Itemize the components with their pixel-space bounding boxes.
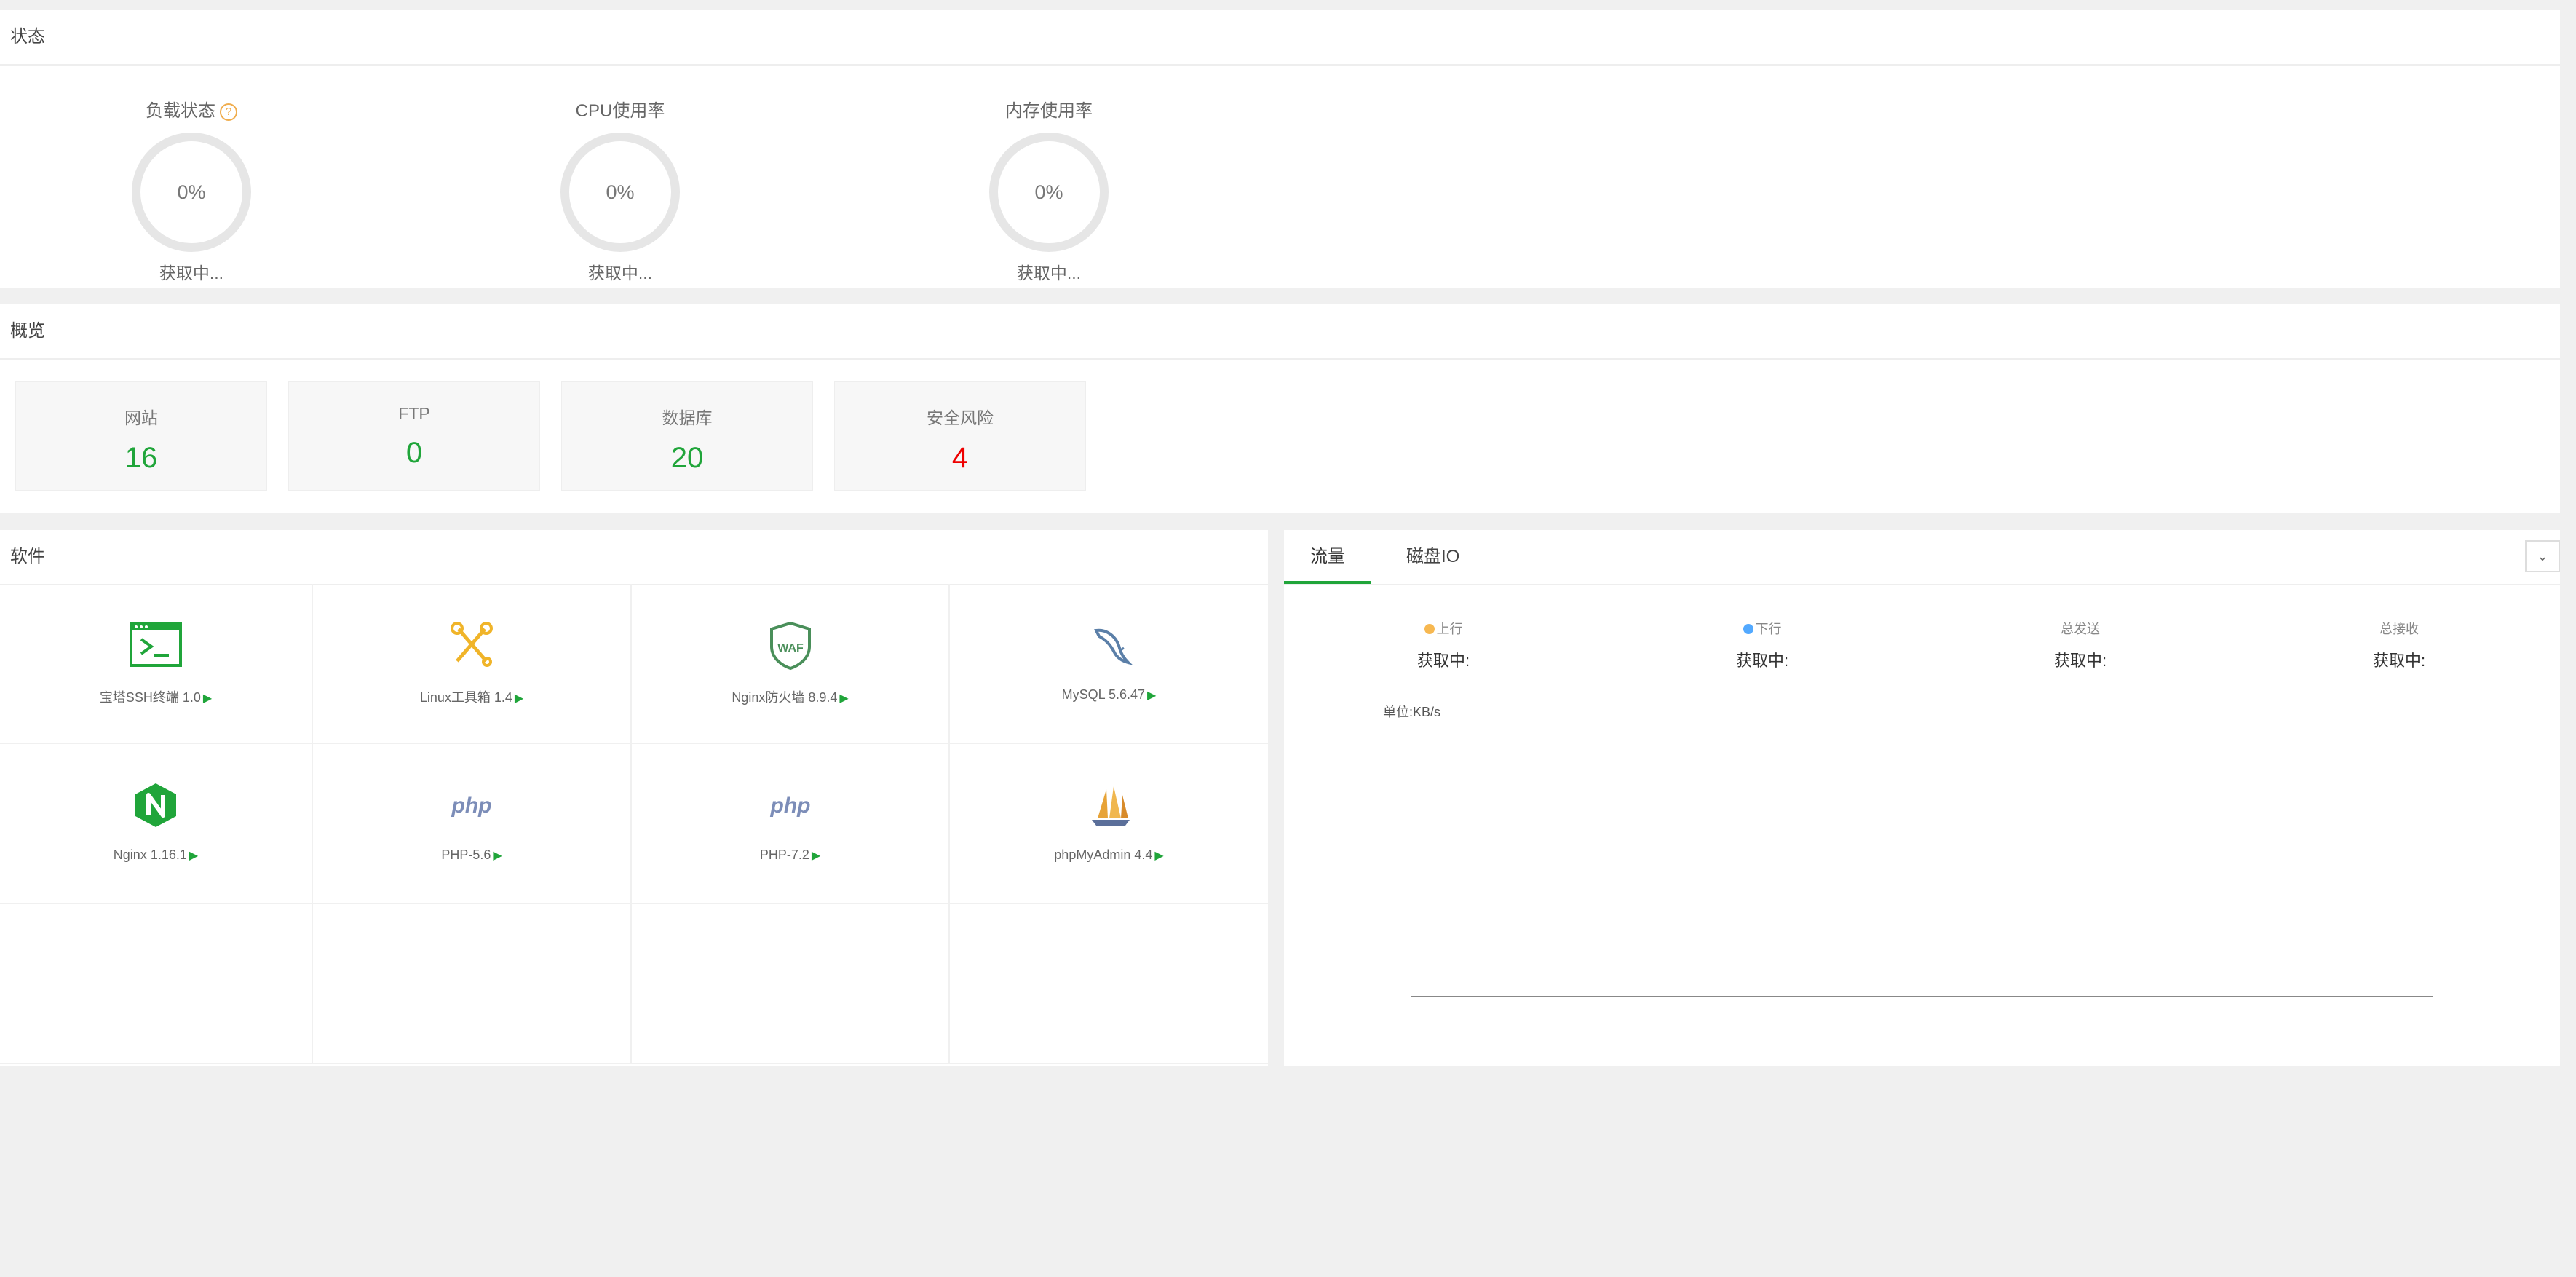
stat-total-sent-value: 获取中:: [2053, 652, 2107, 670]
stat-download-label: 下行: [1755, 622, 1782, 636]
load-gauge: 负载状态? 0% 获取中...: [104, 99, 279, 284]
software-item-linux-toolbox[interactable]: Linux工具箱 1.4 ▶: [313, 584, 632, 744]
overview-card-website[interactable]: 网站 16: [15, 381, 267, 491]
cpu-gauge-status: 获取中...: [587, 264, 653, 282]
overview-card-label: 数据库: [662, 408, 713, 427]
overview-card-security-risk[interactable]: 安全风险 4: [834, 381, 1086, 491]
status-title: 状态: [0, 10, 2560, 66]
overview-card-value: 0: [405, 437, 423, 469]
overview-card-label: 网站: [124, 408, 158, 427]
waf-shield-icon: WAF: [769, 621, 811, 671]
phpmyadmin-icon: [1091, 786, 1130, 826]
stat-upload-label: 上行: [1436, 622, 1463, 636]
play-icon[interactable]: ▶: [515, 692, 523, 705]
overview-card-label: FTP: [398, 404, 430, 423]
php-icon: php: [769, 794, 810, 818]
software-item-php72[interactable]: php PHP-7.2 ▶: [632, 744, 950, 904]
overview-card-database[interactable]: 数据库 20: [561, 381, 813, 491]
software-item-label: Linux工具箱 1.4: [419, 690, 512, 705]
play-icon[interactable]: ▶: [812, 850, 820, 862]
download-dot-icon: [1743, 624, 1753, 634]
overview-card-value: 4: [951, 442, 969, 474]
play-icon[interactable]: ▶: [839, 692, 848, 705]
software-item-label: 宝塔SSH终端 1.0: [99, 690, 201, 705]
software-item-nginx-waf[interactable]: WAF Nginx防火墙 8.9.4 ▶: [632, 584, 950, 744]
overview-card-label: 安全风险: [927, 408, 994, 427]
php-icon: php: [451, 794, 492, 818]
mysql-dolphin-icon: [1093, 628, 1133, 665]
stat-download: 下行 获取中:: [1689, 619, 1835, 671]
software-title: 软件: [0, 530, 1268, 585]
play-icon[interactable]: ▶: [1154, 850, 1163, 862]
chart-x-axis: [1411, 996, 2433, 997]
software-item-label: Nginx 1.16.1: [113, 847, 187, 862]
status-panel: 状态 负载状态? 0% 获取中... CPU使用率 0% 获取中... 内存使用…: [0, 10, 2560, 288]
software-item-ssh-terminal[interactable]: 宝塔SSH终端 1.0 ▶: [0, 584, 313, 744]
software-item-phpmyadmin[interactable]: phpMyAdmin 4.4 ▶: [950, 744, 1268, 904]
stat-upload: 上行 获取中:: [1371, 619, 1516, 671]
software-panel: 软件 宝塔SSH终端 1.0 ▶ Linux工具箱 1.4 ▶ WAF Ngin…: [0, 530, 1268, 1066]
software-item-label: phpMyAdmin 4.4: [1054, 847, 1153, 862]
memory-gauge-status: 获取中...: [1016, 264, 1082, 282]
overview-card-value: 20: [670, 442, 704, 474]
stat-upload-value: 获取中:: [1416, 652, 1470, 670]
stat-total-received-value: 获取中:: [2372, 652, 2426, 670]
memory-gauge-value: 0%: [1034, 181, 1063, 203]
software-item-php56[interactable]: php PHP-5.6 ▶: [313, 744, 632, 904]
software-empty-cell: [950, 904, 1268, 1064]
software-item-mysql[interactable]: MySQL 5.6.47 ▶: [950, 584, 1268, 744]
memory-gauge-ring[interactable]: 0%: [989, 133, 1109, 252]
cpu-gauge-value: 0%: [606, 181, 635, 203]
chevron-down-icon[interactable]: ⌄: [2525, 540, 2560, 572]
software-item-nginx[interactable]: Nginx 1.16.1 ▶: [0, 744, 313, 904]
svg-text:WAF: WAF: [777, 642, 804, 655]
terminal-icon: [130, 622, 182, 667]
nginx-icon: [135, 783, 176, 827]
stat-total-sent: 总发送 获取中:: [2008, 619, 2153, 671]
memory-gauge-title: 内存使用率: [1005, 101, 1093, 121]
load-gauge-status: 获取中...: [159, 264, 224, 282]
software-empty-cell: [313, 904, 632, 1064]
tab-traffic[interactable]: 流量: [1284, 530, 1371, 584]
load-gauge-title: 负载状态: [146, 101, 215, 121]
stat-total-received: 总接收 获取中:: [2326, 619, 2472, 671]
traffic-panel: 流量 磁盘IO ⌄ 上行 获取中: 下行 获取中: 总发送 获取中: 总接收 获…: [1284, 530, 2560, 1066]
help-icon[interactable]: ?: [220, 103, 237, 121]
traffic-tabs: 流量 磁盘IO ⌄: [1284, 530, 2560, 585]
svg-text:php: php: [451, 794, 492, 818]
tab-disk-io[interactable]: 磁盘IO: [1380, 530, 1486, 584]
overview-title: 概览: [0, 304, 2560, 360]
cpu-gauge: CPU使用率 0% 获取中...: [533, 99, 708, 284]
cpu-gauge-ring[interactable]: 0%: [560, 133, 680, 252]
software-item-label: MySQL 5.6.47: [1061, 687, 1146, 702]
software-item-label: PHP-7.2: [759, 847, 809, 862]
overview-panel: 概览 网站 16 FTP 0 数据库 20 安全风险 4: [0, 304, 2560, 513]
software-item-label: PHP-5.6: [441, 847, 491, 862]
stat-download-value: 获取中:: [1735, 652, 1789, 670]
memory-gauge: 内存使用率 0% 获取中...: [962, 99, 1136, 284]
play-icon[interactable]: ▶: [493, 850, 502, 862]
stat-total-received-label: 总接收: [2379, 622, 2419, 636]
play-icon[interactable]: ▶: [189, 850, 198, 862]
chart-unit-label: 单位:KB/s: [1383, 705, 1441, 719]
tools-icon: [451, 622, 493, 667]
software-empty-cell: [632, 904, 950, 1064]
cpu-gauge-title: CPU使用率: [575, 101, 665, 121]
software-empty-cell: [0, 904, 313, 1064]
svg-text:php: php: [769, 794, 810, 818]
load-gauge-ring[interactable]: 0%: [132, 133, 251, 252]
play-icon[interactable]: ▶: [1147, 689, 1156, 702]
software-grid: 宝塔SSH终端 1.0 ▶ Linux工具箱 1.4 ▶ WAF Nginx防火墙 …: [0, 584, 1268, 1064]
upload-dot-icon: [1424, 624, 1435, 634]
play-icon[interactable]: ▶: [203, 692, 212, 705]
overview-card-ftp[interactable]: FTP 0: [288, 381, 540, 491]
load-gauge-value: 0%: [177, 181, 206, 203]
overview-card-value: 16: [124, 442, 158, 474]
stat-total-sent-label: 总发送: [2061, 622, 2100, 636]
software-item-label: Nginx防火墙 8.9.4: [732, 690, 838, 705]
